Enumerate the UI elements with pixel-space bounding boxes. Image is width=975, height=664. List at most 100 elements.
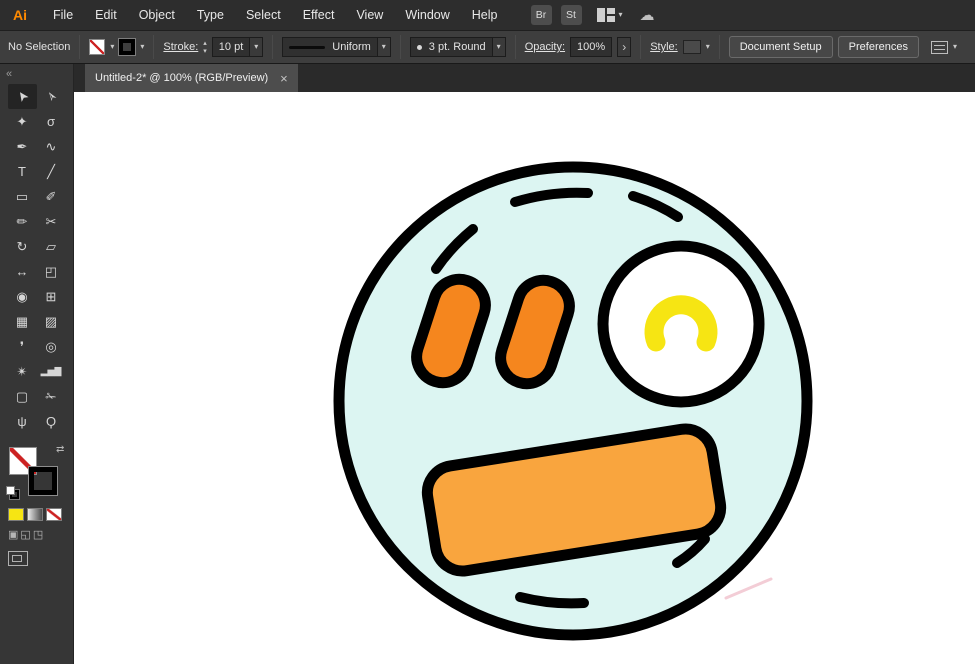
default-fill-stroke-icon[interactable] — [6, 486, 20, 500]
tool-pen[interactable]: ✒ — [8, 134, 37, 159]
control-panel-menu-icon[interactable] — [931, 41, 948, 54]
stroke-panel-link[interactable]: Stroke: — [163, 41, 198, 53]
bridge-button[interactable]: Br — [531, 5, 552, 25]
stock-button[interactable]: St — [561, 5, 582, 25]
opacity-flyout-button[interactable]: › — [617, 37, 631, 57]
opacity-value: 100% — [577, 41, 611, 53]
tool-hand[interactable]: ψ — [8, 409, 37, 434]
tool-mesh[interactable]: ▦ — [8, 309, 37, 334]
chevron-down-icon[interactable]: ▾ — [254, 43, 258, 51]
selection-status: No Selection — [8, 41, 70, 53]
tool-symbol-sprayer[interactable]: ✴ — [8, 359, 37, 384]
chevron-down-icon[interactable]: ▾ — [953, 43, 957, 51]
uniform-profile-icon — [289, 46, 325, 49]
chevron-down-icon[interactable]: ▾ — [382, 43, 386, 51]
tool-eyedropper[interactable]: ❜ — [8, 334, 37, 359]
tool-scissors[interactable]: ✂ — [37, 209, 66, 234]
tool-free-transform[interactable]: ◰ — [37, 259, 66, 284]
tools-panel: « ➤ ➢ ✦ σ ✒ ∿ T ╱ ▭ ✐ ✏ ✂ ↻ ▱ ↔ ◰ ◉ ⊞ ▦ … — [0, 64, 74, 664]
tool-perspective-grid[interactable]: ⊞ — [37, 284, 66, 309]
divider — [153, 35, 154, 59]
arrange-documents-dropdown[interactable]: ▾ — [597, 8, 623, 22]
tool-lasso[interactable]: σ — [37, 109, 66, 134]
tool-paintbrush[interactable]: ✐ — [37, 184, 66, 209]
width-profile-dropdown[interactable]: Uniform ▾ — [282, 37, 391, 57]
graphic-style-swatch[interactable] — [683, 40, 701, 54]
arrange-documents-icon — [597, 8, 615, 22]
tool-width[interactable]: ↔ — [8, 259, 37, 284]
divider — [400, 35, 401, 59]
gradient-button[interactable] — [27, 508, 43, 521]
color-button[interactable] — [8, 508, 24, 521]
tool-line-segment[interactable]: ╱ — [37, 159, 66, 184]
stroke-color-swatch[interactable] — [119, 39, 135, 55]
tool-zoom[interactable]: Ϙ — [37, 409, 66, 434]
document-setup-button[interactable]: Document Setup — [729, 36, 833, 58]
face-circle[interactable] — [339, 167, 807, 635]
chevron-down-icon: ▾ — [619, 11, 623, 19]
menu-file[interactable]: File — [42, 0, 84, 30]
menu-object[interactable]: Object — [128, 0, 186, 30]
document-tab[interactable]: Untitled-2* @ 100% (RGB/Preview) × — [85, 64, 298, 92]
stroke-weight-dropdown[interactable]: 10 pt ▾ — [212, 37, 263, 57]
tool-type[interactable]: T — [8, 159, 37, 184]
draw-inside-button[interactable]: ◳ — [33, 528, 43, 541]
tool-artboard[interactable]: ▢ — [8, 384, 37, 409]
close-tab-icon[interactable]: × — [280, 71, 288, 86]
tool-scale[interactable]: ▱ — [37, 234, 66, 259]
stray-pink-line[interactable] — [726, 579, 771, 598]
tool-column-graph[interactable]: ▂▅▇ — [37, 359, 66, 384]
tool-shape-builder[interactable]: ◉ — [8, 284, 37, 309]
illustrator-logo: Ai — [8, 4, 32, 26]
menu-effect[interactable]: Effect — [292, 0, 346, 30]
control-bar: No Selection ▾ ▾ Stroke: ▴ ▾ 10 pt ▾ Uni… — [0, 30, 975, 64]
draw-normal-button[interactable]: ▣ — [8, 528, 18, 541]
brush-definition-dropdown[interactable]: 3 pt. Round ▾ — [410, 37, 506, 57]
stroke-swatch-black[interactable] — [29, 467, 57, 495]
swap-fill-stroke-icon[interactable]: ⇄ — [56, 444, 64, 455]
menu-help[interactable]: Help — [461, 0, 509, 30]
fill-color-swatch[interactable] — [89, 39, 105, 55]
tool-blend[interactable]: ◎ — [37, 334, 66, 359]
menu-edit[interactable]: Edit — [84, 0, 128, 30]
tool-magic-wand[interactable]: ✦ — [8, 109, 37, 134]
width-profile-value: Uniform — [332, 41, 377, 53]
chevron-down-icon[interactable]: ▾ — [497, 43, 501, 51]
tool-curvature[interactable]: ∿ — [37, 134, 66, 159]
egg-white-circle[interactable] — [603, 246, 759, 402]
none-button[interactable] — [46, 508, 62, 521]
chevron-down-icon[interactable]: ▾ — [706, 43, 710, 51]
artwork-svg — [74, 92, 975, 664]
divider — [272, 35, 273, 59]
menu-view[interactable]: View — [345, 0, 394, 30]
tool-rotate[interactable]: ↻ — [8, 234, 37, 259]
menu-bar: Ai File Edit Object Type Select Effect V… — [0, 0, 975, 30]
menu-type[interactable]: Type — [186, 0, 235, 30]
menu-window[interactable]: Window — [394, 0, 460, 30]
divider — [719, 35, 720, 59]
stepper-down-icon[interactable]: ▾ — [203, 48, 207, 55]
artboard-canvas[interactable] — [74, 92, 975, 664]
fill-stroke-indicator: ⇄ — [0, 442, 73, 504]
opacity-panel-link[interactable]: Opacity: — [525, 41, 565, 53]
tool-rectangle[interactable]: ▭ — [8, 184, 37, 209]
chevron-down-icon[interactable]: ▾ — [140, 43, 144, 51]
draw-behind-button[interactable]: ◱ — [20, 528, 30, 541]
style-panel-link[interactable]: Style: — [650, 41, 678, 53]
menu-select[interactable]: Select — [235, 0, 292, 30]
divider — [515, 35, 516, 59]
preferences-button[interactable]: Preferences — [838, 36, 919, 58]
stroke-weight-stepper[interactable]: ▴ ▾ — [203, 40, 207, 55]
sync-status-icon[interactable]: ☁ — [640, 6, 655, 24]
document-tab-title: Untitled-2* @ 100% (RGB/Preview) — [95, 72, 268, 84]
collapse-panel-icon[interactable]: « — [6, 68, 12, 80]
tool-pencil[interactable]: ✏ — [8, 209, 37, 234]
tool-slice[interactable]: ✁ — [37, 384, 66, 409]
opacity-input[interactable]: 100% — [570, 37, 612, 57]
stepper-up-icon[interactable]: ▴ — [203, 40, 207, 47]
tool-gradient[interactable]: ▨ — [37, 309, 66, 334]
screen-mode-button[interactable] — [8, 551, 28, 566]
tool-selection[interactable]: ➤ — [8, 84, 37, 109]
chevron-down-icon[interactable]: ▾ — [110, 43, 114, 51]
tool-direct-selection[interactable]: ➢ — [37, 84, 66, 109]
